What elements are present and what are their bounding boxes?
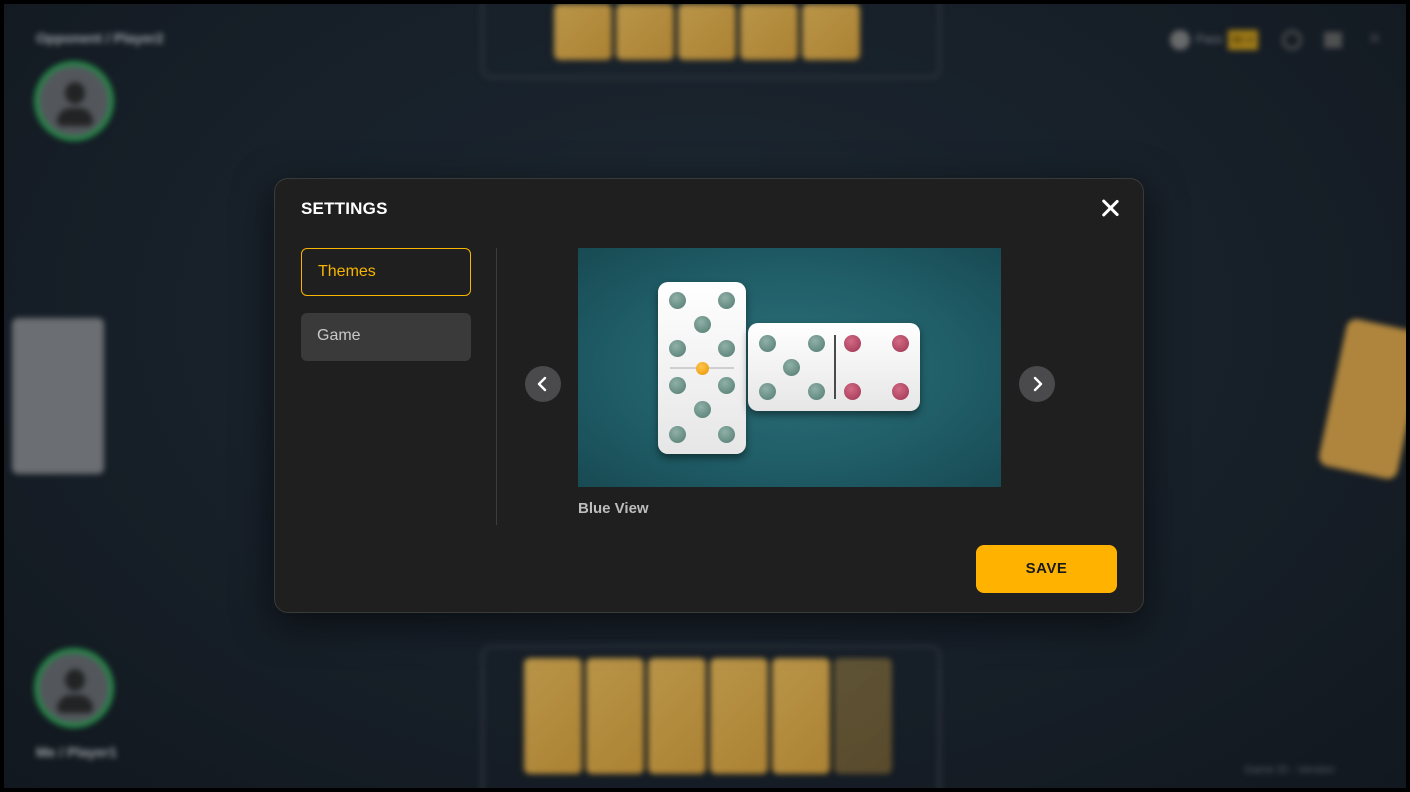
pip [718, 340, 735, 357]
theme-caption: Blue View [578, 500, 649, 517]
pip [808, 383, 825, 400]
domino-divider [834, 335, 836, 399]
domino-vertical [658, 282, 746, 454]
pip [694, 316, 711, 333]
pip [669, 377, 686, 394]
pip [718, 292, 735, 309]
pip [844, 383, 861, 400]
settings-modal: SETTINGS Themes Game Blue View SAVE [274, 178, 1144, 613]
save-button[interactable]: SAVE [976, 545, 1117, 593]
pip [669, 426, 686, 443]
pip [892, 335, 909, 352]
pip [718, 426, 735, 443]
pip [759, 383, 776, 400]
pip [783, 359, 800, 376]
pip [759, 335, 776, 352]
pip [844, 335, 861, 352]
pip [892, 383, 909, 400]
center-pin [696, 362, 709, 375]
vertical-divider [496, 248, 497, 525]
pip [808, 335, 825, 352]
chevron-right-icon[interactable] [1019, 366, 1055, 402]
chevron-left-icon[interactable] [525, 366, 561, 402]
pip [669, 292, 686, 309]
menu-item-themes[interactable]: Themes [301, 248, 471, 296]
modal-title: SETTINGS [301, 199, 388, 218]
theme-preview [578, 248, 1001, 487]
pip [718, 377, 735, 394]
pip [669, 340, 686, 357]
menu-item-game[interactable]: Game [301, 313, 471, 361]
domino-horizontal [748, 323, 920, 411]
close-icon[interactable] [1097, 195, 1123, 221]
pip [694, 401, 711, 418]
